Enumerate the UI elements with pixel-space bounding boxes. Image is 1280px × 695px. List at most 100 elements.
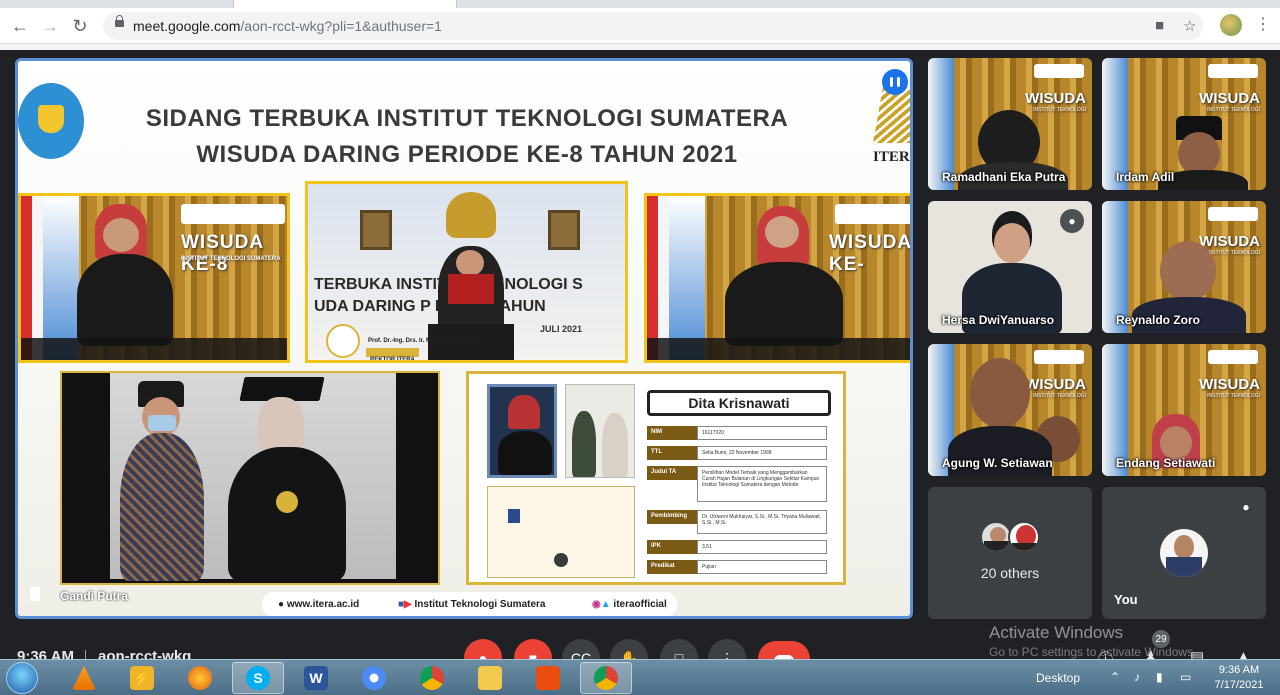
footer-social-text: Institut Teknologi Sumatera <box>414 599 546 610</box>
taskbar-chrome[interactable] <box>406 662 458 694</box>
lock-icon[interactable] <box>115 15 124 27</box>
slide-title-line2: WISUDA DARING PERIODE KE-8 TAHUN 2021 <box>196 141 738 168</box>
taskbar-word[interactable]: W <box>290 662 342 694</box>
graduate-name: Dita Krisnawati <box>647 390 831 416</box>
tile-wisuda-sub: INSTITUT TEKNOLOGI <box>1207 107 1260 113</box>
taskbar-office[interactable] <box>522 662 574 694</box>
volume-icon[interactable]: ♪ <box>1134 670 1140 684</box>
taskbar-app-2[interactable]: ⚡ <box>116 662 168 694</box>
mic-off-icon: ● <box>1060 209 1084 233</box>
others-tile[interactable]: 20 others <box>928 487 1092 619</box>
url-path: /aon-rcct-wkg?pli=1&authuser=1 <box>240 18 442 34</box>
url-host: meet.google.com <box>133 18 241 34</box>
field-value-predikat: Pujian <box>697 560 827 574</box>
mc-video-frame: WISUDA KE-8 INSTITUT TEKNOLOGI SUMATERA <box>18 193 290 363</box>
bookmark-star-icon[interactable]: ☆ <box>1183 17 1196 35</box>
participant-tile-2[interactable]: WISUDA INSTITUT TEKNOLOGI Irdam Adil <box>1102 58 1266 190</box>
podium-caption: Prof. Dr.-Ing. Drs. Ir. Mitra Djamal, IP… <box>368 338 477 344</box>
people-count-badge: 29 <box>1152 630 1170 648</box>
network-icon[interactable]: ▮ <box>1156 670 1163 684</box>
camera-blocked-icon[interactable]: ■ <box>1155 17 1164 34</box>
browser-tab[interactable] <box>233 0 457 8</box>
taskbar-skype[interactable]: S <box>232 662 284 694</box>
profile-avatar[interactable] <box>1220 14 1242 36</box>
field-label-ipk: IPK <box>647 540 697 554</box>
windows-taskbar: ⚡ S W Desktop ⌃ ♪ ▮ ▭ 9:36 AM 7/17/2021 <box>0 659 1280 695</box>
self-tile[interactable]: ● You <box>1102 487 1266 619</box>
rector-sash <box>448 274 494 304</box>
participant-name: Hersa DwiYanuarso <box>942 313 1055 327</box>
pin-icon[interactable] <box>30 587 40 601</box>
speaking-indicator-icon <box>882 69 908 95</box>
field-label-nim: NIM <box>647 426 697 440</box>
diploma-image <box>487 486 635 578</box>
desktop-toolbar-label[interactable]: Desktop <box>1036 671 1080 685</box>
rector-face <box>456 250 484 276</box>
itera-badge <box>326 324 360 358</box>
instagram-icon: ◉ <box>592 599 601 610</box>
tray-chevron-icon[interactable]: ⌃ <box>1110 670 1120 684</box>
taskbar-clock[interactable]: 9:36 AM 7/17/2021 <box>1208 663 1270 693</box>
participant-tile-4[interactable]: WISUDA INSTITUT TEKNOLOGI Reynaldo Zoro <box>1102 201 1266 333</box>
speaker-video-frame: WISUDA KE- <box>644 193 910 363</box>
flag-decoration <box>21 196 43 360</box>
tile-wisuda-sub: INSTITUT TEKNOLOGI <box>1033 107 1086 113</box>
field-label-ttl: TTL <box>647 446 697 460</box>
field-value-ipk: 3,51 <box>697 540 827 554</box>
browser-toolbar: ← → ↻ meet.google.com/aon-rcct-wkg?pli=1… <box>0 8 1280 44</box>
forward-icon[interactable]: → <box>38 14 62 38</box>
address-bar[interactable]: meet.google.com/aon-rcct-wkg?pli=1&authu… <box>103 12 1203 40</box>
tile-wisuda-text: WISUDA INSTITUT TEKNOLOGI <box>1199 90 1260 113</box>
start-button[interactable] <box>6 662 38 694</box>
participant-head <box>970 358 1030 428</box>
photo-father <box>572 411 596 477</box>
twitter-icon: ▲ <box>600 599 611 610</box>
back-icon[interactable]: ← <box>8 14 32 38</box>
footer-social: ■▶ Institut Teknologi Sumatera <box>398 599 545 610</box>
field-value-nim: 16117020 <box>697 426 827 440</box>
tile-wisuda-label: WISUDA <box>1199 90 1260 107</box>
taskbar-chromium[interactable] <box>348 662 400 694</box>
address-url[interactable]: meet.google.com/aon-rcct-wkg?pli=1&authu… <box>133 18 442 34</box>
tile-logo-strip <box>1208 350 1258 364</box>
taskbar-chrome-active[interactable] <box>580 662 632 694</box>
field-label-pembimbing: Pembimbing <box>647 510 697 524</box>
mic-off-icon: ● <box>1242 500 1250 514</box>
browser-menu-icon[interactable]: ⋮ <box>1255 14 1271 34</box>
rector-role: REKTOR ITERA <box>370 357 415 363</box>
tile-wisuda-label: WISUDA <box>1025 376 1086 393</box>
participant-tile-5[interactable]: WISUDA INSTITUT TEKNOLOGI Agung W. Setiaw… <box>928 344 1092 476</box>
diploma-seal <box>554 553 568 567</box>
main-video-tile[interactable]: SIDANG TERBUKA INSTITUT TEKNOLOGI SUMATE… <box>15 58 913 619</box>
taskbar-vlc[interactable] <box>58 662 110 694</box>
footer-website: ● www.itera.ac.id <box>278 599 360 610</box>
chromium-icon <box>362 666 386 690</box>
participant-name: Reynaldo Zoro <box>1116 313 1201 327</box>
tile-wisuda-text: WISUDA INSTITUT TEKNOLOGI <box>1199 376 1260 399</box>
participant-tile-1[interactable]: WISUDA INSTITUT TEKNOLOGI Ramadhani Eka P… <box>928 58 1092 190</box>
flag-decoration-right <box>647 196 669 360</box>
field-value-judul: Pemilihan Model Terbaik yang Menggambark… <box>697 466 827 502</box>
garuda-emblem <box>446 192 496 238</box>
field-label-judul: Judul TA <box>647 466 697 480</box>
participant-tile-3[interactable]: ● Hersa DwiYanuarso <box>928 201 1092 333</box>
self-label: You <box>1114 592 1138 607</box>
tile-wisuda-label: WISUDA <box>1025 90 1086 107</box>
battery-icon[interactable]: ▭ <box>1180 670 1191 684</box>
taskbar-explorer[interactable] <box>464 662 516 694</box>
lightning-icon: ⚡ <box>130 666 154 690</box>
slide-footer: ● www.itera.ac.id ■▶ Institut Teknologi … <box>262 592 677 616</box>
taskbar-firefox[interactable] <box>174 662 226 694</box>
participant-name: Irdam Adil <box>1116 170 1175 184</box>
graduate-gown <box>228 447 346 581</box>
itera-label: ITERA <box>873 149 910 165</box>
participant-head <box>1160 241 1216 301</box>
rector-video-frame: TERBUKA INSTITUT TEKNOLOGI S UDA DARING … <box>305 181 628 363</box>
reload-icon[interactable]: ↻ <box>68 14 92 38</box>
participant-tile-6[interactable]: WISUDA INSTITUT TEKNOLOGI Endang Setiawat… <box>1102 344 1266 476</box>
field-value-ttl: Setia Bumi, 22 November 1998 <box>697 446 827 460</box>
field-value-pembimbing: Dr. Utriweni Mukhaiyar, S.Si., M.Si. Tri… <box>697 510 827 534</box>
father-batik <box>120 433 204 581</box>
face-mask <box>148 415 176 431</box>
others-avatar-2 <box>1008 521 1040 553</box>
